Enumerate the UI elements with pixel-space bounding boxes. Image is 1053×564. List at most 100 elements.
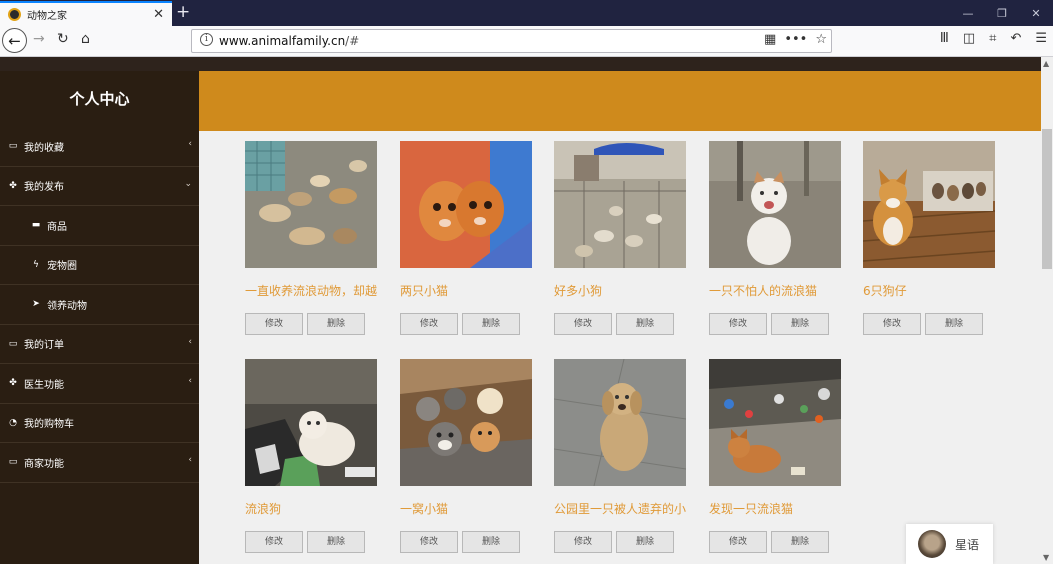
sidebar-item-label: 商家功能 (24, 458, 64, 470)
avatar (918, 530, 946, 558)
sidebar-item-pet-circle[interactable]: ϟ 宠物圈 (0, 246, 199, 285)
sidebar-item-doctor[interactable]: ✤ 医生功能 ‹ (0, 364, 199, 404)
delete-button[interactable]: 删除 (771, 313, 829, 335)
edit-button[interactable]: 修改 (709, 313, 767, 335)
sidebar-item-orders[interactable]: ▭ 我的订单 ‹ (0, 325, 199, 364)
post-image-dogs-feeding[interactable] (245, 141, 377, 268)
edit-button[interactable]: 修改 (709, 531, 767, 553)
forward-icon[interactable]: → (33, 31, 45, 47)
sidebar-item-label: 我的发布 (24, 182, 64, 194)
monitor-icon: ▭ (8, 457, 18, 468)
minimize-icon[interactable]: — (951, 0, 985, 26)
header-band (199, 71, 1041, 131)
top-stripe (0, 57, 1041, 71)
home-icon[interactable]: ⌂ (81, 31, 90, 47)
post-image-two-kittens[interactable] (400, 141, 532, 268)
reload-icon[interactable]: ↻ (57, 31, 69, 47)
url-bar[interactable]: i www.animalfamily.cn/# ▦ ••• ☆ (191, 29, 832, 53)
post-image-stray-cat-trash[interactable] (709, 359, 841, 486)
post-title[interactable]: 两只小猫 (400, 282, 532, 299)
chevron-left-icon: ‹ (188, 336, 192, 347)
edit-button[interactable]: 修改 (400, 531, 458, 553)
sidebar-item-cart[interactable]: ◔ 我的购物车 (0, 404, 199, 443)
more-icon[interactable]: ••• (784, 32, 807, 47)
sidebar-item-adopt[interactable]: ➤ 领养动物 (0, 285, 199, 325)
close-tab-icon[interactable]: ✕ (153, 7, 164, 22)
post-image-stray-cat[interactable] (709, 141, 841, 268)
post-card: 公园里一只被人遗弃的小 修改 删除 (554, 359, 686, 553)
post-card: 两只小猫 修改 删除 (400, 141, 532, 335)
post-card: 一直收养流浪动物，却越 修改 删除 (245, 141, 377, 335)
delete-button[interactable]: 删除 (771, 531, 829, 553)
browser-nav-bar: ← → ↻ ⌂ i www.animalfamily.cn/# ▦ ••• ☆ … (0, 26, 1053, 57)
post-image-kitten-litter[interactable] (400, 359, 532, 486)
new-tab-icon[interactable]: + (176, 2, 190, 22)
scroll-up-icon[interactable]: ▲ (1043, 59, 1049, 68)
bolt-icon: ϟ (33, 259, 39, 270)
tab-title: 动物之家 (27, 11, 67, 22)
edit-button[interactable]: 修改 (245, 313, 303, 335)
chevron-left-icon: ‹ (188, 139, 192, 149)
sidebar-title: 个人中心 (69, 90, 130, 108)
browser-tab[interactable]: 动物之家 ✕ (0, 1, 172, 26)
post-title[interactable]: 一只不怕人的流浪猫 (709, 282, 841, 299)
post-title[interactable]: 6只狗仔 (863, 282, 995, 299)
monitor-icon: ▭ (8, 338, 18, 349)
browser-tab-bar: 动物之家 ✕ + — ❐ ✕ (0, 0, 1053, 26)
close-window-icon[interactable]: ✕ (1019, 0, 1053, 26)
paw-icon: ✤ (9, 180, 17, 191)
qr-icon[interactable]: ▦ (764, 32, 776, 47)
back-icon[interactable]: ← (2, 28, 27, 53)
library-icon[interactable]: Ⅲ (940, 31, 949, 46)
page-scrollbar[interactable]: ▲ ▼ (1041, 57, 1053, 564)
edit-button[interactable]: 修改 (400, 313, 458, 335)
url-text[interactable]: www.animalfamily.cn/# (219, 34, 359, 48)
sidebar-item-products[interactable]: ▬ 商品 (0, 206, 199, 246)
edit-button[interactable]: 修改 (245, 531, 303, 553)
info-icon[interactable]: i (200, 33, 213, 46)
post-title[interactable]: 发现一只流浪猫 (709, 500, 841, 517)
edit-button[interactable]: 修改 (863, 313, 921, 335)
undo-icon[interactable]: ↶ (1010, 31, 1021, 46)
sidebar-item-label: 宠物圈 (47, 261, 77, 273)
post-image-stray-dog[interactable] (245, 359, 377, 486)
sidebar-item-merchant[interactable]: ▭ 商家功能 ‹ (0, 443, 199, 483)
post-title[interactable]: 一直收养流浪动物，却越 (245, 282, 377, 299)
delete-button[interactable]: 删除 (616, 313, 674, 335)
sidebar-item-label: 我的购物车 (24, 419, 74, 431)
edit-button[interactable]: 修改 (554, 313, 612, 335)
sidebar-icon[interactable]: ◫ (963, 31, 975, 46)
delete-button[interactable]: 删除 (307, 313, 365, 335)
bookmark-star-icon[interactable]: ☆ (815, 32, 827, 47)
post-image-six-puppies[interactable] (863, 141, 995, 268)
post-image-many-puppies[interactable] (554, 141, 686, 268)
dashboard-icon: ◔ (9, 417, 17, 428)
post-title[interactable]: 流浪狗 (245, 500, 377, 517)
post-image-abandoned-dog[interactable] (554, 359, 686, 486)
restore-icon[interactable]: ❐ (985, 0, 1019, 26)
page-viewport: 个人中心 ▭ 我的收藏 ‹ ✤ 我的发布 ⌄ ▬ 商品 ϟ 宠物圈 ➤ 领养动物… (0, 57, 1041, 564)
post-title[interactable]: 公园里一只被人遗弃的小 (554, 500, 686, 517)
sidebar-item-label: 我的收藏 (24, 142, 64, 154)
sidebar-item-my-posts[interactable]: ✤ 我的发布 ⌄ (0, 167, 199, 206)
post-title[interactable]: 好多小狗 (554, 282, 686, 299)
chat-widget[interactable]: 星语 (906, 524, 993, 564)
sidebar-item-label: 领养动物 (47, 300, 87, 312)
delete-button[interactable]: 删除 (307, 531, 365, 553)
delete-button[interactable]: 删除 (462, 313, 520, 335)
delete-button[interactable]: 删除 (616, 531, 674, 553)
delete-button[interactable]: 删除 (462, 531, 520, 553)
post-card: 6只狗仔 修改 删除 (863, 141, 995, 335)
post-title[interactable]: 一窝小猫 (400, 500, 532, 517)
sidebar-item-favorites[interactable]: ▭ 我的收藏 ‹ (0, 127, 199, 167)
post-card: 发现一只流浪猫 修改 删除 (709, 359, 841, 553)
scrollbar-thumb[interactable] (1042, 129, 1052, 269)
sidebar-item-label: 医生功能 (24, 379, 64, 391)
delete-button[interactable]: 删除 (925, 313, 983, 335)
menu-icon[interactable]: ☰ (1035, 31, 1047, 46)
scroll-down-icon[interactable]: ▼ (1043, 553, 1049, 562)
post-card: 好多小狗 修改 删除 (554, 141, 686, 335)
edit-button[interactable]: 修改 (554, 531, 612, 553)
crop-icon[interactable]: ⌗ (989, 31, 996, 46)
site-favicon-icon (8, 8, 21, 21)
